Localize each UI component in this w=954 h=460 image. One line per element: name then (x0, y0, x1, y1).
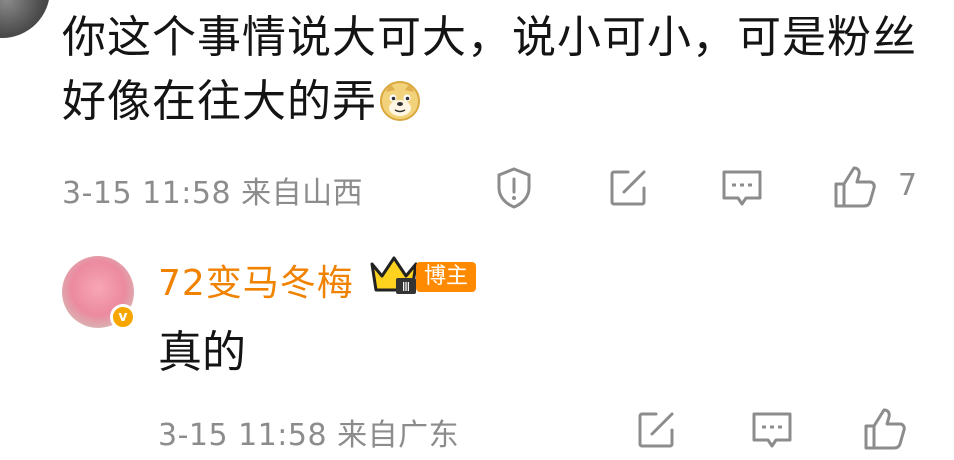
reply-share-icon[interactable] (636, 410, 676, 450)
report-icon[interactable] (494, 166, 534, 210)
comment-location: 来自山西 (241, 176, 364, 211)
reply-meta: 3-15 11:58 来自广东 (158, 410, 459, 454)
blogger-tag: 博主 (416, 262, 477, 292)
comment-meta: 3-15 11:58 来自山西 (62, 168, 363, 212)
crown-icon: Ⅲ (368, 254, 420, 300)
doge-emoji-icon (379, 76, 421, 121)
svg-text:Ⅲ: Ⅲ (402, 280, 410, 294)
reply-username[interactable]: 72变马冬梅 (158, 254, 354, 306)
verified-badge-icon: v (110, 304, 136, 330)
share-icon[interactable] (608, 168, 648, 208)
comment-body: 你这个事情说大可大，说小可小，可是粉丝好像在往大的弄 (62, 12, 917, 127)
reply-time: 3-15 11:58 (158, 418, 328, 453)
comment-time: 3-15 11:58 (62, 176, 232, 211)
comment-icon[interactable] (720, 168, 764, 210)
comment-text: 你这个事情说大可大，说小可小，可是粉丝好像在往大的弄 (62, 6, 932, 134)
reply-location: 来自广东 (337, 418, 460, 453)
like-count: 7 (898, 168, 918, 203)
commenter-avatar[interactable] (0, 0, 50, 38)
reply-like-icon[interactable] (862, 406, 908, 452)
reply-text: 真的 (158, 327, 246, 378)
reply-avatar[interactable]: v (62, 256, 136, 330)
like-icon[interactable] (832, 164, 878, 210)
reply-comment-icon[interactable] (750, 410, 794, 452)
